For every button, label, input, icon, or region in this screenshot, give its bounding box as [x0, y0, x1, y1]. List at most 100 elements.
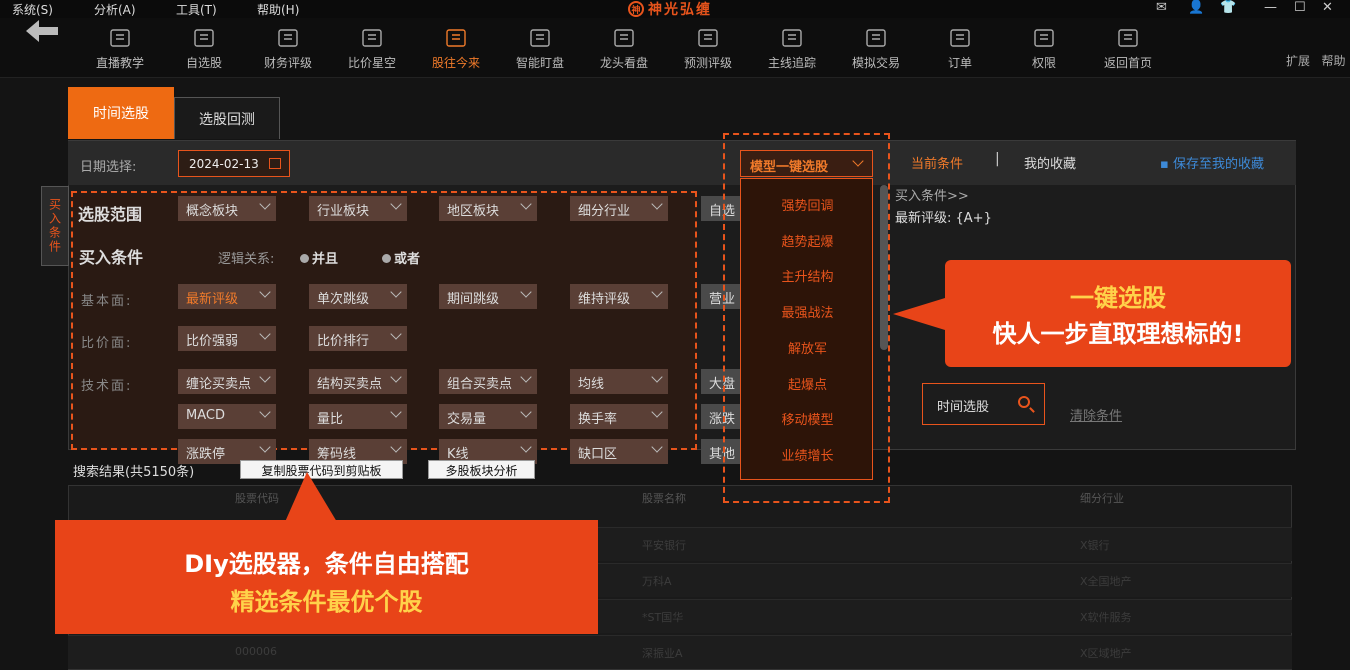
dropdown-label: 缠论买卖点 — [186, 377, 252, 392]
dropdown-scope-2[interactable]: 地区板块 — [439, 196, 537, 221]
menu-system[interactable]: 系统(S) — [12, 1, 53, 18]
dropdown-label: 比价排行 — [317, 334, 370, 349]
toolbar-item-0[interactable]: 直播教学 — [80, 27, 160, 71]
dropdown-tech_row1-3[interactable]: 均线 — [570, 369, 668, 394]
model-item-3[interactable]: 最强战法 — [741, 302, 874, 321]
window-controls: ✉ 👤 👕 — ☐ ✕ — [1150, 0, 1350, 18]
dropdown-tech_row2-1[interactable]: 量比 — [309, 404, 407, 429]
dropdown-tech_row2-2[interactable]: 交易量 — [439, 404, 537, 429]
dropdown-tech_row1-2[interactable]: 组合买卖点 — [439, 369, 537, 394]
toolbar-item-10[interactable]: 订单 — [920, 27, 1000, 71]
toolbar-item-label: 自选股 — [185, 56, 222, 70]
expand-button[interactable]: 扩展 — [1286, 54, 1310, 68]
logic-label: 逻辑关系: — [218, 252, 275, 267]
model-item-5[interactable]: 起爆点 — [741, 374, 874, 393]
menu-tools[interactable]: 工具(T) — [176, 1, 217, 18]
date-input[interactable]: 2024-02-13 — [178, 150, 290, 177]
model-item-6[interactable]: 移动模型 — [741, 409, 874, 428]
tab-current-conditions[interactable]: 当前条件 — [911, 153, 963, 172]
tab-time-pick[interactable]: 时间选股 — [68, 87, 174, 139]
tab-my-favorites[interactable]: 我的收藏 — [1024, 153, 1076, 172]
minimize-icon[interactable]: — — [1264, 0, 1277, 15]
tech-label: 技术面: — [81, 379, 133, 394]
chevron-down-icon — [390, 198, 402, 210]
chevron-down-icon — [520, 286, 532, 298]
menu-analysis[interactable]: 分析(A) — [94, 1, 136, 18]
chevron-down-icon — [520, 371, 532, 383]
callout-left-line2: 精选条件最优个股 — [230, 588, 423, 616]
chevron-down-icon — [390, 441, 402, 453]
dropdown-label: 最新评级 — [186, 292, 239, 307]
dropdown-price-0[interactable]: 比价强弱 — [178, 326, 276, 351]
radio-and-label: 并且 — [312, 252, 339, 267]
skin-icon[interactable]: 👕 — [1220, 0, 1236, 15]
maximize-icon[interactable]: ☐ — [1294, 0, 1306, 15]
toolbar-item-label: 预测评级 — [683, 56, 732, 70]
dropdown-scope-0[interactable]: 概念板块 — [178, 196, 276, 221]
dropdown-label: 地区板块 — [447, 204, 500, 219]
close-icon[interactable]: ✕ — [1322, 0, 1333, 15]
model-item-4[interactable]: 解放军 — [741, 338, 874, 357]
table-cell: 000006 — [235, 645, 277, 658]
model-item-1[interactable]: 趋势起爆 — [741, 231, 874, 250]
toolbar-item-1[interactable]: 自选股 — [164, 27, 244, 71]
calendar-icon[interactable] — [269, 158, 281, 169]
menu-help[interactable]: 帮助(H) — [257, 1, 299, 18]
clear-conditions-link[interactable]: 清除条件 — [1070, 405, 1122, 424]
toolbar-item-4[interactable]: 股往今来 — [416, 27, 496, 71]
dropdown-tech_row1-1[interactable]: 结构买卖点 — [309, 369, 407, 394]
table-header-1[interactable]: 股票名称 — [642, 490, 686, 506]
search-result-count: 搜索结果(共5150条) — [73, 465, 195, 480]
permission-icon — [1034, 29, 1054, 47]
dropdown-scope-3[interactable]: 细分行业 — [570, 196, 668, 221]
dropdown-fundamental-2[interactable]: 期间跳级 — [439, 284, 537, 309]
radio-or-label: 或者 — [394, 252, 421, 267]
time-pick-search-button[interactable]: 时间选股 — [922, 383, 1045, 425]
model-one-click-dropdown[interactable]: 模型一键选股 — [740, 150, 873, 177]
chevron-down-icon — [651, 286, 663, 298]
toolbar-item-9[interactable]: 模拟交易 — [836, 27, 916, 71]
chevron-down-icon — [390, 286, 402, 298]
dropdown-fundamental-0[interactable]: 最新评级 — [178, 284, 276, 309]
mail-icon[interactable]: ✉ — [1156, 0, 1167, 15]
dropdown-tech_row2-3[interactable]: 换手率 — [570, 404, 668, 429]
save-favorites-button[interactable]: ▪ 保存至我的收藏 — [1160, 153, 1264, 172]
chevron-down-icon — [390, 328, 402, 340]
tab-backtest[interactable]: 选股回测 — [174, 97, 280, 139]
user-icon[interactable]: 👤 — [1188, 0, 1204, 15]
toolbar-item-2[interactable]: 财务评级 — [248, 27, 328, 71]
toolbar-item-11[interactable]: 权限 — [1004, 27, 1084, 71]
model-item-7[interactable]: 业绩增长 — [741, 445, 874, 464]
dropdown-scope-1[interactable]: 行业板块 — [309, 196, 407, 221]
monitor-icon — [530, 29, 550, 47]
dropdown-tech_row3-3[interactable]: 缺口区 — [570, 439, 668, 464]
app-brand: 神 神光弘缠 — [628, 0, 748, 18]
back-arrow-icon[interactable] — [24, 18, 60, 44]
latest-rating-value: 最新评级: {A+} — [895, 211, 992, 226]
vertical-scrollbar[interactable] — [880, 185, 888, 350]
toolbar-item-7[interactable]: 预测评级 — [668, 27, 748, 71]
sector-analysis-button[interactable]: 多股板块分析 — [428, 460, 535, 479]
radio-or[interactable]: 或者 — [382, 248, 420, 267]
toolbar-item-8[interactable]: 主线追踪 — [752, 27, 832, 71]
table-cell: X区域地产 — [1080, 647, 1132, 660]
compare-icon — [362, 29, 382, 47]
toolbar-item-3[interactable]: 比价星空 — [332, 27, 412, 71]
dropdown-label: MACD — [186, 408, 225, 423]
side-tab-buy-conditions[interactable]: 买入条件 — [41, 186, 69, 266]
chevron-down-icon — [852, 155, 864, 167]
table-header-0[interactable]: 股票代码 — [235, 490, 279, 506]
model-item-0[interactable]: 强势回调 — [741, 195, 874, 214]
help-button[interactable]: 帮助 — [1321, 54, 1345, 68]
toolbar-item-5[interactable]: 智能盯盘 — [500, 27, 580, 71]
toolbar-item-12[interactable]: 返回首页 — [1088, 27, 1168, 71]
dropdown-price-1[interactable]: 比价排行 — [309, 326, 407, 351]
model-item-2[interactable]: 主升结构 — [741, 266, 874, 285]
radio-and[interactable]: 并且 — [300, 248, 338, 267]
dropdown-fundamental-1[interactable]: 单次跳级 — [309, 284, 407, 309]
table-header-2[interactable]: 细分行业 — [1080, 490, 1124, 506]
dropdown-tech_row1-0[interactable]: 缠论买卖点 — [178, 369, 276, 394]
toolbar-item-6[interactable]: 龙头看盘 — [584, 27, 664, 71]
dropdown-tech_row2-0[interactable]: MACD — [178, 404, 276, 429]
dropdown-fundamental-3[interactable]: 维持评级 — [570, 284, 668, 309]
